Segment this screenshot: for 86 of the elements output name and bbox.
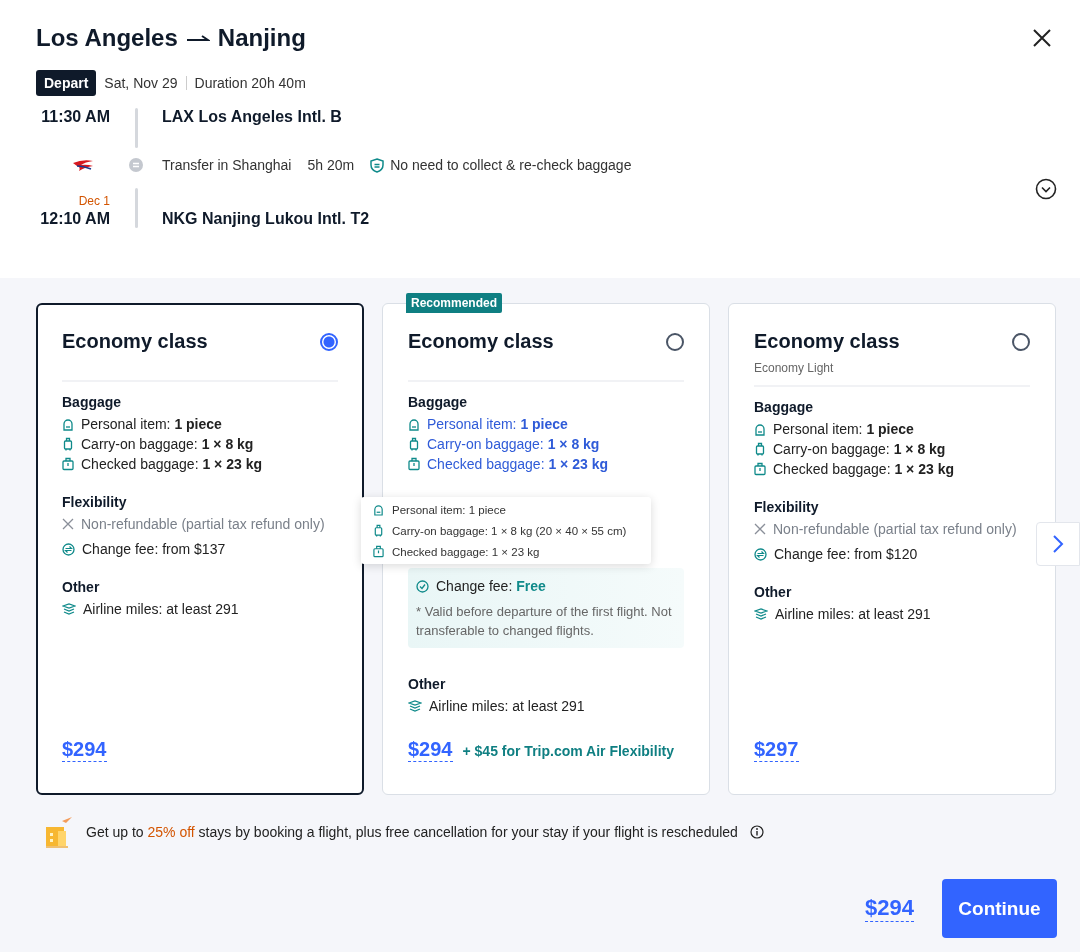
trolley-case-icon [408, 437, 420, 451]
miles-text: Airline miles: at least 291 [775, 606, 931, 622]
flexibility-addon-price: + $45 for Trip.com Air Flexibility [462, 743, 674, 759]
transfer-duration: 5h 20m [307, 157, 355, 173]
radio-button[interactable] [1012, 333, 1030, 351]
radio-button[interactable] [320, 333, 338, 351]
info-icon[interactable] [749, 825, 764, 839]
baggage-allowance: Personal item: 1 piece [81, 416, 222, 432]
route-title: Los Angeles [36, 24, 178, 52]
section-heading: Baggage [408, 394, 469, 410]
change-fee-text: Change fee: Free [436, 578, 546, 594]
baggage-allowance: Personal item: 1 piece [773, 421, 914, 437]
flexibility-text: Change fee: from $137 [82, 541, 226, 557]
baggage-allowance: Carry-on baggage: 1 × 8 kg [427, 436, 600, 452]
fare-title: Economy class [408, 330, 554, 353]
miles-icon [754, 607, 768, 621]
baggage-allowance: Checked baggage: 1 × 23 kg [81, 456, 262, 472]
tooltip-text: Carry-on baggage: 1 × 8 kg (20 × 40 × 55 cm) [392, 524, 627, 537]
promo-text: Get up to 25% off stays by booking a flight, plus free cancellation for your stay if your flight is rescheduled [86, 824, 738, 840]
fare-title: Economy class [62, 330, 208, 353]
tooltip-text: Checked baggage: 1 × 23 kg [392, 545, 540, 558]
suitcase-icon [408, 457, 420, 471]
backpack-icon [754, 422, 766, 436]
recommended-tag: Recommended [406, 293, 503, 313]
exchange-icon [62, 542, 75, 556]
section-heading: Flexibility [754, 499, 820, 515]
backpack-icon [62, 417, 74, 431]
cross-icon [62, 518, 74, 530]
section-heading: Other [754, 584, 793, 600]
trolley-case-icon [754, 442, 766, 456]
section-heading: Flexibility [62, 494, 128, 510]
section-heading: Other [408, 676, 447, 692]
fare-title: Economy class [754, 330, 900, 353]
next-arrow-button[interactable] [1036, 522, 1080, 566]
hotel-plane-icon [44, 815, 74, 849]
departure-airport: LAX Los Angeles Intl. B [162, 108, 342, 125]
miles-text: Airline miles: at least 291 [83, 601, 239, 617]
flight-duration: Duration 20h 40m [194, 75, 306, 91]
flexibility-text: Non-refundable (partial tax refund only) [81, 516, 325, 532]
fare-price: $294 [408, 738, 453, 762]
fare-card[interactable] [36, 303, 364, 795]
suitcase-icon [62, 457, 74, 471]
arrival-time: 12:10 AM [40, 210, 110, 228]
miles-icon [62, 602, 76, 616]
flexibility-text: Non-refundable (partial tax refund only) [773, 521, 1017, 537]
depart-badge: Depart [36, 70, 97, 96]
arrival-date-note: Dec 1 [78, 194, 110, 208]
arrival-airport: NKG Nanjing Lukou Intl. T2 [162, 210, 371, 228]
miles-text: Airline miles: at least 291 [429, 698, 585, 714]
chevron-right-icon [1052, 534, 1064, 554]
flexibility-note: * Valid before departure of the first flight. Not transferable to changed flights. [416, 603, 673, 640]
miles-icon [408, 699, 422, 713]
baggage-allowance: Carry-on baggage: 1 × 8 kg [81, 436, 254, 452]
tooltip-text: Personal item: 1 piece [392, 503, 506, 516]
backpack-icon [408, 417, 420, 431]
baggage-note: No need to collect & re-check baggage [390, 157, 632, 173]
continue-button[interactable]: Continue [942, 879, 1057, 938]
fare-price: $294 [62, 738, 107, 762]
baggage-allowance: Checked baggage: 1 × 23 kg [427, 456, 608, 472]
trolley-case-icon [62, 437, 74, 451]
radio-button[interactable] [666, 333, 684, 351]
baggage-allowance: Carry-on baggage: 1 × 8 kg [773, 441, 946, 457]
shield-icon [370, 157, 385, 173]
total-price: $294 [865, 895, 914, 922]
close-icon[interactable] [1032, 28, 1052, 48]
baggage-allowance: Checked baggage: 1 × 23 kg [773, 461, 954, 477]
fare-subtitle: Economy Light [754, 361, 835, 375]
transfer-city: Transfer in Shanghai [162, 157, 292, 173]
flight-date: Sat, Nov 29 [104, 75, 178, 91]
suitcase-icon [373, 545, 384, 558]
section-heading: Other [62, 579, 101, 595]
flexibility-text: Change fee: from $120 [774, 546, 918, 562]
baggage-allowance: Personal item: 1 piece [427, 416, 568, 432]
cross-icon [754, 523, 766, 535]
fare-price: $297 [754, 738, 799, 762]
expand-chevron-icon[interactable] [1035, 178, 1057, 200]
transfer-icon [129, 158, 143, 172]
departure-time: 11:30 AM [41, 108, 110, 126]
route-title: Nanjing [217, 24, 306, 52]
trolley-case-icon [373, 524, 384, 537]
backpack-icon [373, 503, 384, 516]
exchange-icon [754, 547, 767, 561]
section-heading: Baggage [754, 399, 815, 415]
suitcase-icon [754, 462, 766, 476]
check-circle-icon [416, 579, 429, 593]
section-heading: Baggage [62, 394, 123, 410]
